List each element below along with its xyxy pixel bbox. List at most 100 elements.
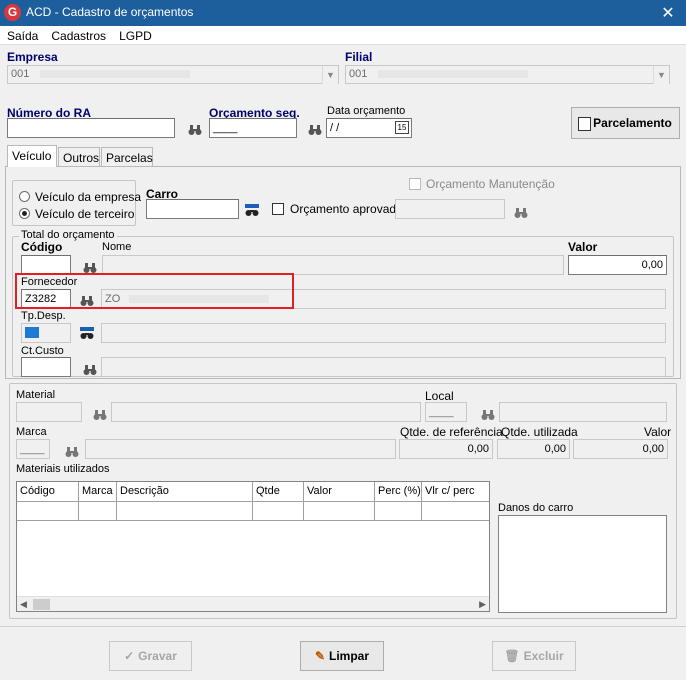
material-valor-field: 0,00 — [573, 439, 668, 459]
column-header-marca[interactable]: Marca — [79, 482, 117, 502]
excluir-button[interactable]: 🗑 Excluir — [492, 641, 576, 671]
materiais-utilizados-label: Materiais utilizados — [16, 463, 110, 475]
column-header-perc[interactable]: Perc (%) — [375, 482, 422, 502]
qtde-referencia-field: 0,00 — [399, 439, 493, 459]
app-icon: G — [4, 4, 21, 21]
qtde-utilizada-label: Qtde. utilizada — [501, 425, 578, 439]
orcamento-manutencao-checkbox[interactable] — [409, 178, 421, 190]
marca-search-icon[interactable] — [65, 446, 79, 458]
empresa-name-redacted — [40, 70, 191, 79]
grid-cell[interactable] — [304, 502, 375, 521]
ctcusto-label: Ct.Custo — [21, 345, 64, 357]
tab-parcelas[interactable]: Parcelas — [101, 147, 153, 167]
tpdesp-input[interactable] — [21, 323, 71, 343]
parcelamento-label: Parcelamento — [593, 116, 672, 130]
nome-field — [102, 255, 564, 275]
excluir-label: Excluir — [523, 649, 564, 663]
title-bar: G ACD - Cadastro de orçamentos ✕ — [0, 0, 686, 26]
scroll-right-icon[interactable]: ▶ — [479, 599, 486, 610]
limpar-button[interactable]: ✎ Limpar — [300, 641, 384, 671]
materiais-grid[interactable]: Código Marca Descrição Qtde Valor Perc (… — [16, 481, 490, 612]
fornecedor-highlight-box — [15, 273, 294, 309]
local-search-icon[interactable] — [481, 409, 495, 421]
material-valor-label: Valor — [644, 425, 672, 439]
data-orcamento-value: / / — [330, 122, 340, 134]
grid-horizontal-scrollbar[interactable]: ◀ ▶ — [17, 596, 489, 611]
close-icon[interactable]: ✕ — [658, 3, 678, 23]
marca-field: ____ — [16, 439, 50, 459]
scroll-thumb[interactable] — [33, 599, 50, 610]
material-search-icon[interactable] — [93, 409, 107, 421]
filial-value: 001 — [349, 68, 368, 80]
danos-label: Danos do carro — [498, 502, 574, 514]
grid-cell[interactable] — [117, 502, 253, 521]
orcamento-seq-input[interactable]: ____ — [209, 118, 297, 138]
numero-ra-search-icon[interactable] — [188, 124, 202, 136]
numero-ra-input[interactable] — [7, 118, 175, 138]
radio-veiculo-empresa[interactable] — [19, 191, 30, 202]
grid-cell[interactable] — [422, 502, 489, 521]
column-header-descricao[interactable]: Descrição — [117, 482, 253, 502]
carro-input[interactable] — [146, 199, 239, 219]
filial-select[interactable]: 001 — [345, 65, 670, 84]
valor-input[interactable]: 0,00 — [568, 255, 667, 275]
parcelamento-button[interactable]: Parcelamento — [571, 107, 680, 139]
menu-lgpd[interactable]: LGPD — [112, 26, 158, 43]
column-header-codigo[interactable]: Código — [17, 482, 79, 502]
scroll-left-icon[interactable]: ◀ — [20, 599, 27, 610]
check-icon: ✓ — [124, 649, 135, 663]
column-header-vlr-perc[interactable]: Vlr c/ perc — [422, 482, 489, 502]
grid-cell[interactable] — [253, 502, 304, 521]
codigo-label: Código — [21, 240, 63, 254]
orcamento-seq-search-icon[interactable] — [308, 124, 322, 136]
danos-textarea[interactable] — [498, 515, 667, 613]
materiais-grid-header: Código Marca Descrição Qtde Valor Perc (… — [17, 482, 489, 502]
radio-veiculo-terceiro[interactable] — [19, 208, 30, 219]
carro-search-icon[interactable] — [245, 204, 259, 216]
marca-name-field — [85, 439, 396, 459]
column-header-qtde[interactable]: Qtde — [253, 482, 304, 502]
material-label: Material — [16, 389, 56, 401]
local-name-field — [499, 402, 667, 422]
gravar-button[interactable]: ✓ Gravar — [109, 641, 192, 671]
tpdesp-label: Tp.Desp. — [21, 310, 66, 322]
material-code-field — [16, 402, 82, 422]
grid-cell[interactable] — [375, 502, 422, 521]
local-field: ____ — [425, 402, 467, 422]
calendar-icon[interactable]: 15 — [395, 121, 409, 134]
menu-saida[interactable]: Saída — [0, 26, 44, 43]
empresa-select[interactable]: 001 — [7, 65, 339, 84]
gravar-label: Gravar — [138, 649, 177, 663]
empresa-dropdown-icon[interactable]: ▼ — [322, 66, 338, 84]
tpdesp-name-field — [101, 323, 666, 343]
nome-label: Nome — [102, 241, 132, 253]
filial-label: Filial — [345, 50, 373, 64]
valor-label: Valor — [568, 240, 598, 254]
tab-veiculo[interactable]: Veículo — [7, 145, 57, 167]
tab-outros[interactable]: Outros — [58, 147, 100, 167]
filial-dropdown-icon[interactable]: ▼ — [653, 66, 669, 84]
ctcusto-input[interactable] — [21, 357, 71, 377]
empresa-value: 001 — [11, 68, 30, 80]
radio-veiculo-terceiro-label: Veículo de terceiro — [35, 207, 135, 221]
orcamento-aprovado-search-icon[interactable] — [514, 207, 528, 219]
tpdesp-color-swatch — [25, 327, 39, 338]
limpar-label: Limpar — [329, 649, 370, 663]
bottom-separator — [0, 626, 686, 627]
tpdesp-search-icon[interactable] — [80, 327, 94, 339]
grid-cell[interactable] — [17, 502, 79, 521]
orcamento-aprovado-checkbox[interactable] — [272, 203, 284, 215]
radio-veiculo-empresa-label: Veículo da empresa — [35, 190, 142, 204]
column-header-valor[interactable]: Valor — [304, 482, 375, 502]
grid-cell[interactable] — [79, 502, 117, 521]
orcamento-aprovado-label: Orçamento aprovado — [290, 202, 403, 216]
menu-cadastros[interactable]: Cadastros — [44, 26, 112, 43]
orcamento-aprovado-field — [395, 199, 505, 219]
menu-bar: Saída Cadastros LGPD — [0, 26, 686, 45]
codigo-input[interactable] — [21, 255, 71, 275]
document-stack-icon — [578, 117, 591, 131]
ctcusto-name-field — [101, 357, 666, 377]
ctcusto-search-icon[interactable] — [83, 364, 97, 376]
data-orcamento-label: Data orçamento — [327, 105, 406, 117]
broom-icon: ✎ — [314, 649, 326, 663]
